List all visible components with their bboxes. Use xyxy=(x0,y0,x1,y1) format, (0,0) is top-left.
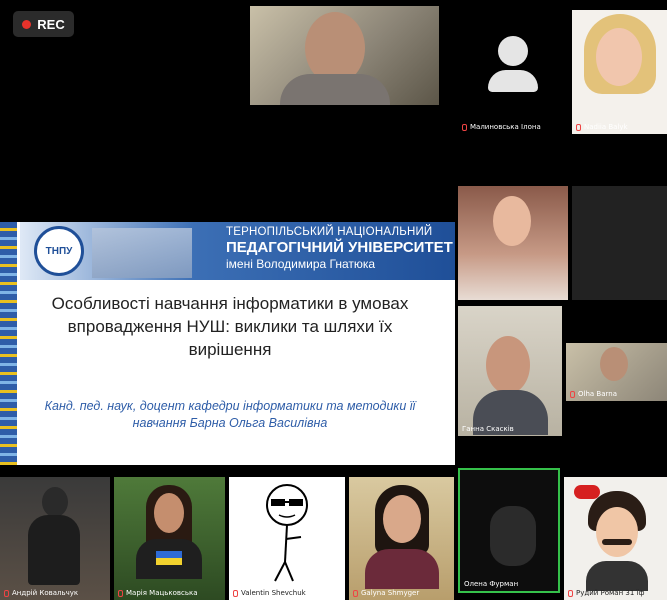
participant-face xyxy=(493,196,531,246)
cartoon-face xyxy=(596,507,638,557)
video-tile-participant[interactable]: Nadiia Balyk xyxy=(572,10,667,134)
video-tile-participant[interactable]: Valentin Shevchuk xyxy=(229,477,345,600)
participant-body xyxy=(365,549,439,589)
record-indicator[interactable]: REC xyxy=(13,11,74,37)
university-name-line2: ПЕДАГОГІЧНИЙ УНІВЕРСИТЕТ xyxy=(226,239,453,256)
video-tile-participant[interactable]: Малиновська Ілона xyxy=(458,10,568,134)
ornament-left xyxy=(0,222,17,465)
university-building-image xyxy=(92,228,192,278)
participant-name: Андрій Ковальчук xyxy=(4,589,78,597)
video-tile-speaker[interactable] xyxy=(250,6,439,105)
mic-muted-icon xyxy=(568,589,573,597)
red-bow-icon xyxy=(574,485,600,499)
university-name-line3: імені Володимира Гнатюка xyxy=(226,257,376,271)
video-tile-participant[interactable] xyxy=(458,186,568,300)
video-tile-participant[interactable]: Марія Мацьковська xyxy=(114,477,225,600)
participant-face xyxy=(600,347,628,381)
mic-muted-icon xyxy=(118,589,123,597)
participant-name: Ганна Скасків xyxy=(462,425,514,433)
mic-muted-icon xyxy=(353,589,358,597)
speaker-body xyxy=(280,74,390,105)
video-tile-active-speaker[interactable]: Олена Фурман xyxy=(458,468,560,593)
video-tile-participant[interactable] xyxy=(572,186,667,300)
participant-name: Марія Мацьковська xyxy=(118,589,198,597)
avatar-placeholder-icon xyxy=(498,36,528,66)
flag-print xyxy=(156,551,182,558)
participant-name: Рудий Роман 31 їф xyxy=(568,589,644,597)
participant-name: Nadiia Balyk xyxy=(576,123,628,131)
participant-body xyxy=(28,515,80,585)
mic-muted-icon xyxy=(462,123,467,131)
slide-author: Канд. пед. наук, доцент кафедри інформат… xyxy=(44,399,416,430)
participant-name: Олена Фурман xyxy=(464,580,519,588)
university-name-line1: ТЕРНОПІЛЬСЬКИЙ НАЦІОНАЛЬНИЙ xyxy=(226,226,433,238)
cartoon-mustache xyxy=(602,539,632,545)
record-label: REC xyxy=(37,16,65,32)
avatar-placeholder-body xyxy=(488,70,538,92)
participant-head xyxy=(42,487,68,517)
flag-print-yellow xyxy=(156,558,182,565)
video-tile-participant[interactable]: Olha Barna xyxy=(566,343,667,401)
mic-muted-icon xyxy=(233,589,238,597)
video-tile-participant[interactable]: Андрій Ковальчук xyxy=(0,477,110,600)
video-tile-participant[interactable]: Рудий Роман 31 їф xyxy=(564,477,667,600)
participant-name: Olha Barna xyxy=(570,390,617,398)
participant-name: Valentin Shevchuk xyxy=(233,589,306,597)
dim-video-shape xyxy=(490,506,536,566)
university-logo: ТНПУ xyxy=(34,226,84,276)
mic-muted-icon xyxy=(576,123,581,131)
record-dot-icon xyxy=(22,19,32,29)
shared-screen-slide: ТНПУ ТЕРНОПІЛЬСЬКИЙ НАЦІОНАЛЬНИЙ ПЕДАГОГ… xyxy=(0,222,455,465)
stick-figure-avatar xyxy=(266,484,308,582)
participant-face xyxy=(596,28,642,86)
video-tile-participant[interactable]: Galyna Shmyger xyxy=(349,477,454,600)
participant-face xyxy=(486,336,530,394)
mic-muted-icon xyxy=(4,589,9,597)
participant-name: Galyna Shmyger xyxy=(353,589,419,597)
participant-face xyxy=(154,493,184,533)
participant-face xyxy=(383,495,421,543)
slide-title: Особливості навчання інформатики в умова… xyxy=(51,294,409,359)
participant-name: Малиновська Ілона xyxy=(462,123,541,131)
cartoon-body xyxy=(586,561,648,591)
video-tile-participant[interactable]: Ганна Скасків xyxy=(458,306,562,436)
mic-muted-icon xyxy=(570,390,575,398)
